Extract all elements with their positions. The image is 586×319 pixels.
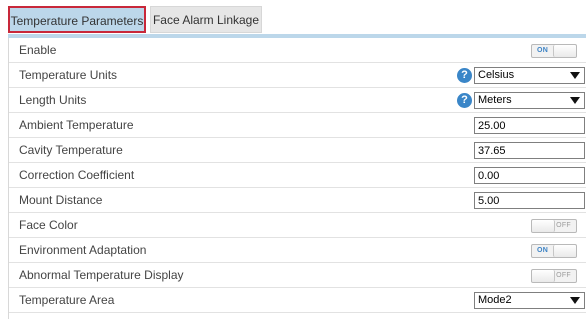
abnormal-temperature-display-label: Abnormal Temperature Display [19, 268, 184, 282]
row-length-units: Length Units ? Meters [9, 88, 586, 113]
tab-temperature-parameters[interactable]: Temperature Parameters [8, 6, 146, 33]
temperature-units-label: Temperature Units [19, 68, 118, 82]
toggle-off-text: OFF [556, 222, 571, 229]
length-units-value: Meters [478, 94, 512, 106]
temperature-units-value: Celsius [478, 69, 515, 81]
row-ambient-temperature: Ambient Temperature [9, 113, 586, 138]
temperature-units-select[interactable]: Celsius [474, 67, 585, 84]
mount-distance-label: Mount Distance [19, 193, 103, 207]
temperature-area-value: Mode2 [478, 294, 512, 306]
enable-toggle[interactable]: ON [531, 44, 577, 58]
tab-face-alarm-linkage[interactable]: Face Alarm Linkage [150, 6, 262, 33]
row-enable: Enable ON [9, 38, 586, 63]
dropdown-arrow-icon [570, 297, 580, 304]
correction-coefficient-input[interactable] [474, 167, 585, 184]
ambient-temperature-input[interactable] [474, 117, 585, 134]
toggle-knob [532, 220, 555, 232]
toggle-on-text: ON [537, 247, 549, 254]
abnormal-temperature-display-toggle[interactable]: OFF [531, 269, 577, 283]
face-color-label: Face Color [19, 218, 78, 232]
row-cavity-temperature: Cavity Temperature [9, 138, 586, 163]
dropdown-arrow-icon [570, 97, 580, 104]
environment-adaptation-label: Environment Adaptation [19, 243, 147, 257]
row-abnormal-temperature-display: Abnormal Temperature Display OFF [9, 263, 586, 288]
temperature-area-select[interactable]: Mode2 [474, 292, 585, 309]
row-face-color: Face Color OFF [9, 213, 586, 238]
correction-coefficient-label: Correction Coefficient [19, 168, 135, 182]
length-units-label: Length Units [19, 93, 87, 107]
cavity-temperature-label: Cavity Temperature [19, 143, 123, 157]
temperature-area-label: Temperature Area [19, 293, 115, 307]
row-environment-adaptation: Environment Adaptation ON [9, 238, 586, 263]
enable-label: Enable [19, 43, 57, 57]
help-icon[interactable]: ? [457, 93, 472, 108]
environment-adaptation-toggle[interactable]: ON [531, 244, 577, 258]
settings-panel: Enable ON Temperature Units ? Celsius Le… [8, 38, 586, 319]
face-color-toggle[interactable]: OFF [531, 219, 577, 233]
ambient-temperature-label: Ambient Temperature [19, 118, 134, 132]
toggle-on-text: ON [537, 47, 549, 54]
cavity-temperature-input[interactable] [474, 142, 585, 159]
toggle-knob [532, 270, 555, 282]
tab-bar: Temperature Parameters Face Alarm Linkag… [0, 0, 586, 38]
dropdown-arrow-icon [570, 72, 580, 79]
toggle-knob [553, 245, 576, 257]
toggle-off-text: OFF [556, 272, 571, 279]
help-icon[interactable]: ? [457, 68, 472, 83]
length-units-select[interactable]: Meters [474, 92, 585, 109]
mount-distance-input[interactable] [474, 192, 585, 209]
row-temperature-area: Temperature Area Mode2 [9, 288, 586, 313]
row-temperature-units: Temperature Units ? Celsius [9, 63, 586, 88]
row-correction-coefficient: Correction Coefficient [9, 163, 586, 188]
toggle-knob [553, 45, 576, 57]
row-mount-distance: Mount Distance [9, 188, 586, 213]
